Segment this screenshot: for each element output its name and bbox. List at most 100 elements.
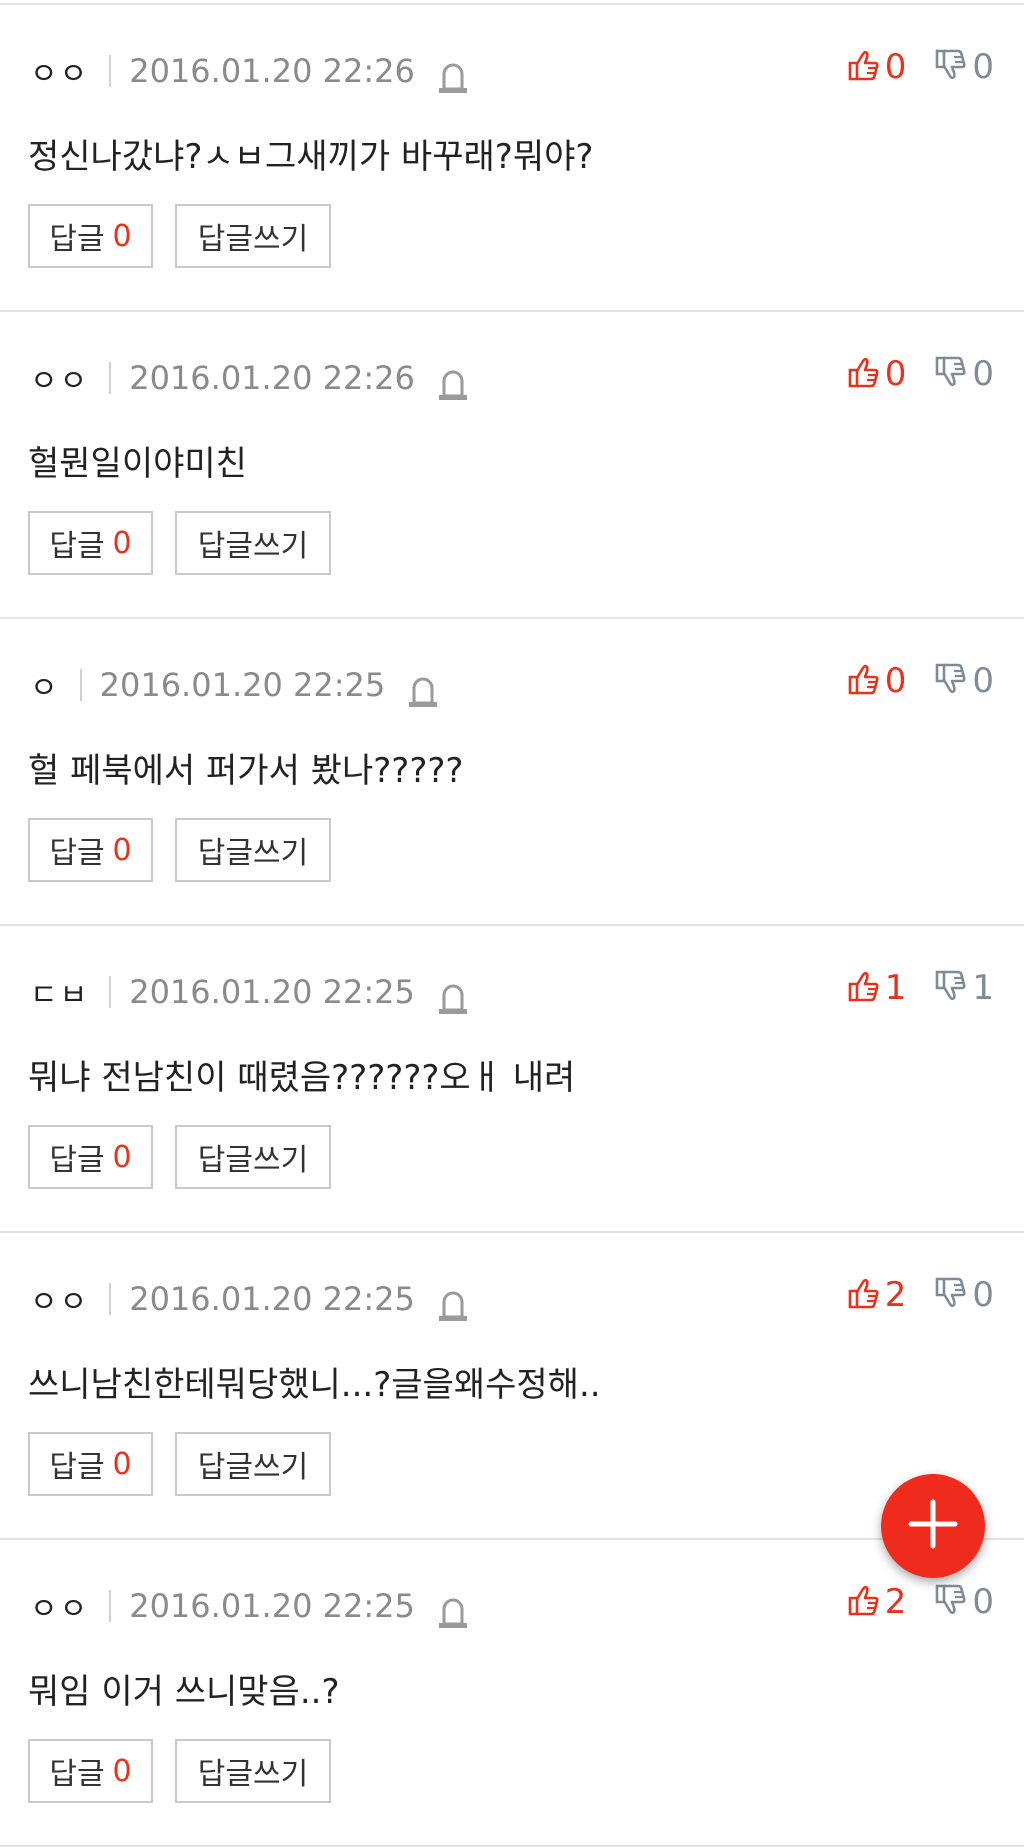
siren-icon[interactable]: [437, 366, 469, 402]
reply-count: 0: [112, 218, 132, 254]
comment-item: ㅇㅇ 2016.01.20 22:26 0 0 정신나갔냐?ㅅㅂ그새끼가 바꾸래…: [0, 5, 1024, 312]
comment-nickname: ㅇㅇ: [30, 57, 90, 92]
comment-meta: ㅇㅇ 2016.01.20 22:25: [30, 1277, 469, 1321]
dislike-count: 0: [972, 661, 994, 701]
like-count: 1: [884, 968, 907, 1008]
vote-group: 0 0: [847, 43, 994, 91]
write-reply-button[interactable]: 답글쓰기: [175, 204, 331, 268]
dislike-button[interactable]: 0: [934, 1275, 994, 1315]
thumbs-up-icon: [847, 48, 881, 86]
like-count: 0: [884, 661, 907, 701]
siren-icon[interactable]: [437, 59, 469, 95]
comment-date: 2016.01.20 22:25: [129, 973, 415, 1011]
like-button[interactable]: 1: [847, 968, 907, 1008]
comment-text: 정신나갔냐?ㅅㅂ그새끼가 바꾸래?뭐야?: [28, 137, 594, 177]
dislike-count: 0: [972, 47, 994, 87]
meta-separator: [109, 1590, 112, 1622]
like-button[interactable]: 0: [847, 47, 907, 87]
comment-text: 쓰니남친한테뭐당했니...?글을왜수정해..: [28, 1365, 601, 1405]
comment-meta: ㅇㅇ 2016.01.20 22:25: [30, 1584, 469, 1628]
like-count: 0: [884, 47, 907, 87]
comment-nickname: ㅇㅇ: [30, 1285, 90, 1320]
reply-label: 답글: [49, 1757, 105, 1792]
vote-group: 1 1: [847, 964, 994, 1012]
vote-group: 2 0: [847, 1271, 994, 1319]
reply-count-button[interactable]: 답글 0: [28, 511, 153, 575]
dislike-button[interactable]: 0: [934, 1582, 994, 1622]
comment-meta: ㅇ 2016.01.20 22:25: [30, 663, 439, 707]
reply-count-button[interactable]: 답글 0: [28, 1739, 153, 1803]
reply-count-button[interactable]: 답글 0: [28, 1432, 153, 1496]
like-count: 2: [884, 1275, 907, 1315]
comment-actions: 답글 0 답글쓰기: [28, 818, 331, 882]
write-reply-button[interactable]: 답글쓰기: [175, 1432, 331, 1496]
write-reply-button[interactable]: 답글쓰기: [175, 818, 331, 882]
meta-separator: [109, 1283, 112, 1315]
comment-nickname: ㄷㅂ: [30, 978, 90, 1013]
write-reply-button[interactable]: 답글쓰기: [175, 1125, 331, 1189]
dislike-count: 0: [972, 354, 994, 394]
dislike-count: 1: [972, 968, 994, 1008]
thumbs-down-icon: [934, 1276, 968, 1314]
dislike-button[interactable]: 0: [934, 661, 994, 701]
plus-icon: [907, 1498, 959, 1554]
thumbs-down-icon: [934, 662, 968, 700]
comment-text: 뭐냐 전남친이 때렸음??????오ㅐ 내려: [28, 1058, 576, 1098]
thumbs-up-icon: [847, 1583, 881, 1621]
dislike-button[interactable]: 1: [934, 968, 994, 1008]
comment-actions: 답글 0 답글쓰기: [28, 1739, 331, 1803]
like-count: 2: [884, 1582, 907, 1622]
comment-date: 2016.01.20 22:26: [129, 359, 415, 397]
comment-item: ㄷㅂ 2016.01.20 22:25 1 1 뭐냐 전남친이 때렸음?????…: [0, 926, 1024, 1233]
meta-separator: [109, 976, 112, 1008]
comment-actions: 답글 0 답글쓰기: [28, 204, 331, 268]
reply-count: 0: [112, 1753, 132, 1789]
thumbs-up-icon: [847, 662, 881, 700]
reply-count: 0: [112, 1139, 132, 1175]
comment-meta: ㅇㅇ 2016.01.20 22:26: [30, 356, 469, 400]
reply-count: 0: [112, 832, 132, 868]
reply-label: 답글: [49, 1143, 105, 1178]
siren-icon[interactable]: [437, 1594, 469, 1630]
thumbs-down-icon: [934, 48, 968, 86]
reply-count-button[interactable]: 답글 0: [28, 818, 153, 882]
dislike-button[interactable]: 0: [934, 47, 994, 87]
reply-label: 답글: [49, 529, 105, 564]
comment-meta: ㅇㅇ 2016.01.20 22:26: [30, 49, 469, 93]
reply-count: 0: [112, 1446, 132, 1482]
like-button[interactable]: 0: [847, 354, 906, 394]
like-button[interactable]: 2: [847, 1582, 907, 1622]
comment-actions: 답글 0 답글쓰기: [28, 1432, 331, 1496]
reply-count-button[interactable]: 답글 0: [28, 204, 153, 268]
comment-item: ㅇㅇ 2016.01.20 22:25 2 0 쓰니남친한테뭐당했니...?글을…: [0, 1233, 1024, 1540]
meta-separator: [79, 669, 82, 701]
dislike-button[interactable]: 0: [934, 354, 994, 394]
reply-label: 답글: [49, 222, 105, 257]
comment-nickname: ㅇ: [30, 671, 60, 706]
comment-nickname: ㅇㅇ: [30, 1592, 90, 1627]
dislike-count: 0: [972, 1582, 994, 1622]
write-reply-button[interactable]: 답글쓰기: [175, 1739, 331, 1803]
write-comment-fab[interactable]: [881, 1474, 985, 1578]
thumbs-up-icon: [847, 1276, 881, 1314]
siren-icon[interactable]: [437, 980, 469, 1016]
comment-text: 뭐임 이거 쓰니맞음..?: [28, 1672, 340, 1712]
comment-meta: ㄷㅂ 2016.01.20 22:25: [30, 970, 469, 1014]
reply-count-button[interactable]: 답글 0: [28, 1125, 153, 1189]
meta-separator: [109, 55, 112, 87]
thumbs-up-icon: [847, 355, 881, 393]
write-reply-button[interactable]: 답글쓰기: [175, 511, 331, 575]
thumbs-down-icon: [934, 969, 968, 1007]
thumbs-down-icon: [934, 1583, 968, 1621]
comment-item: ㅇㅇ 2016.01.20 22:26 0 0 헐뭔일이야미친 답글 0 답글쓰…: [0, 312, 1024, 619]
dislike-count: 0: [972, 1275, 994, 1315]
like-button[interactable]: 2: [847, 1275, 907, 1315]
comment-date: 2016.01.20 22:26: [129, 52, 415, 90]
comment-item: ㅇ 2016.01.20 22:25 0 0 헐 페북에서 퍼가서 봤나????…: [0, 619, 1024, 926]
vote-group: 0 0: [847, 350, 994, 398]
comment-text: 헐뭔일이야미친: [28, 444, 247, 484]
thumbs-up-icon: [847, 969, 881, 1007]
siren-icon[interactable]: [437, 1287, 469, 1323]
like-button[interactable]: 0: [847, 661, 907, 701]
siren-icon[interactable]: [407, 673, 439, 709]
